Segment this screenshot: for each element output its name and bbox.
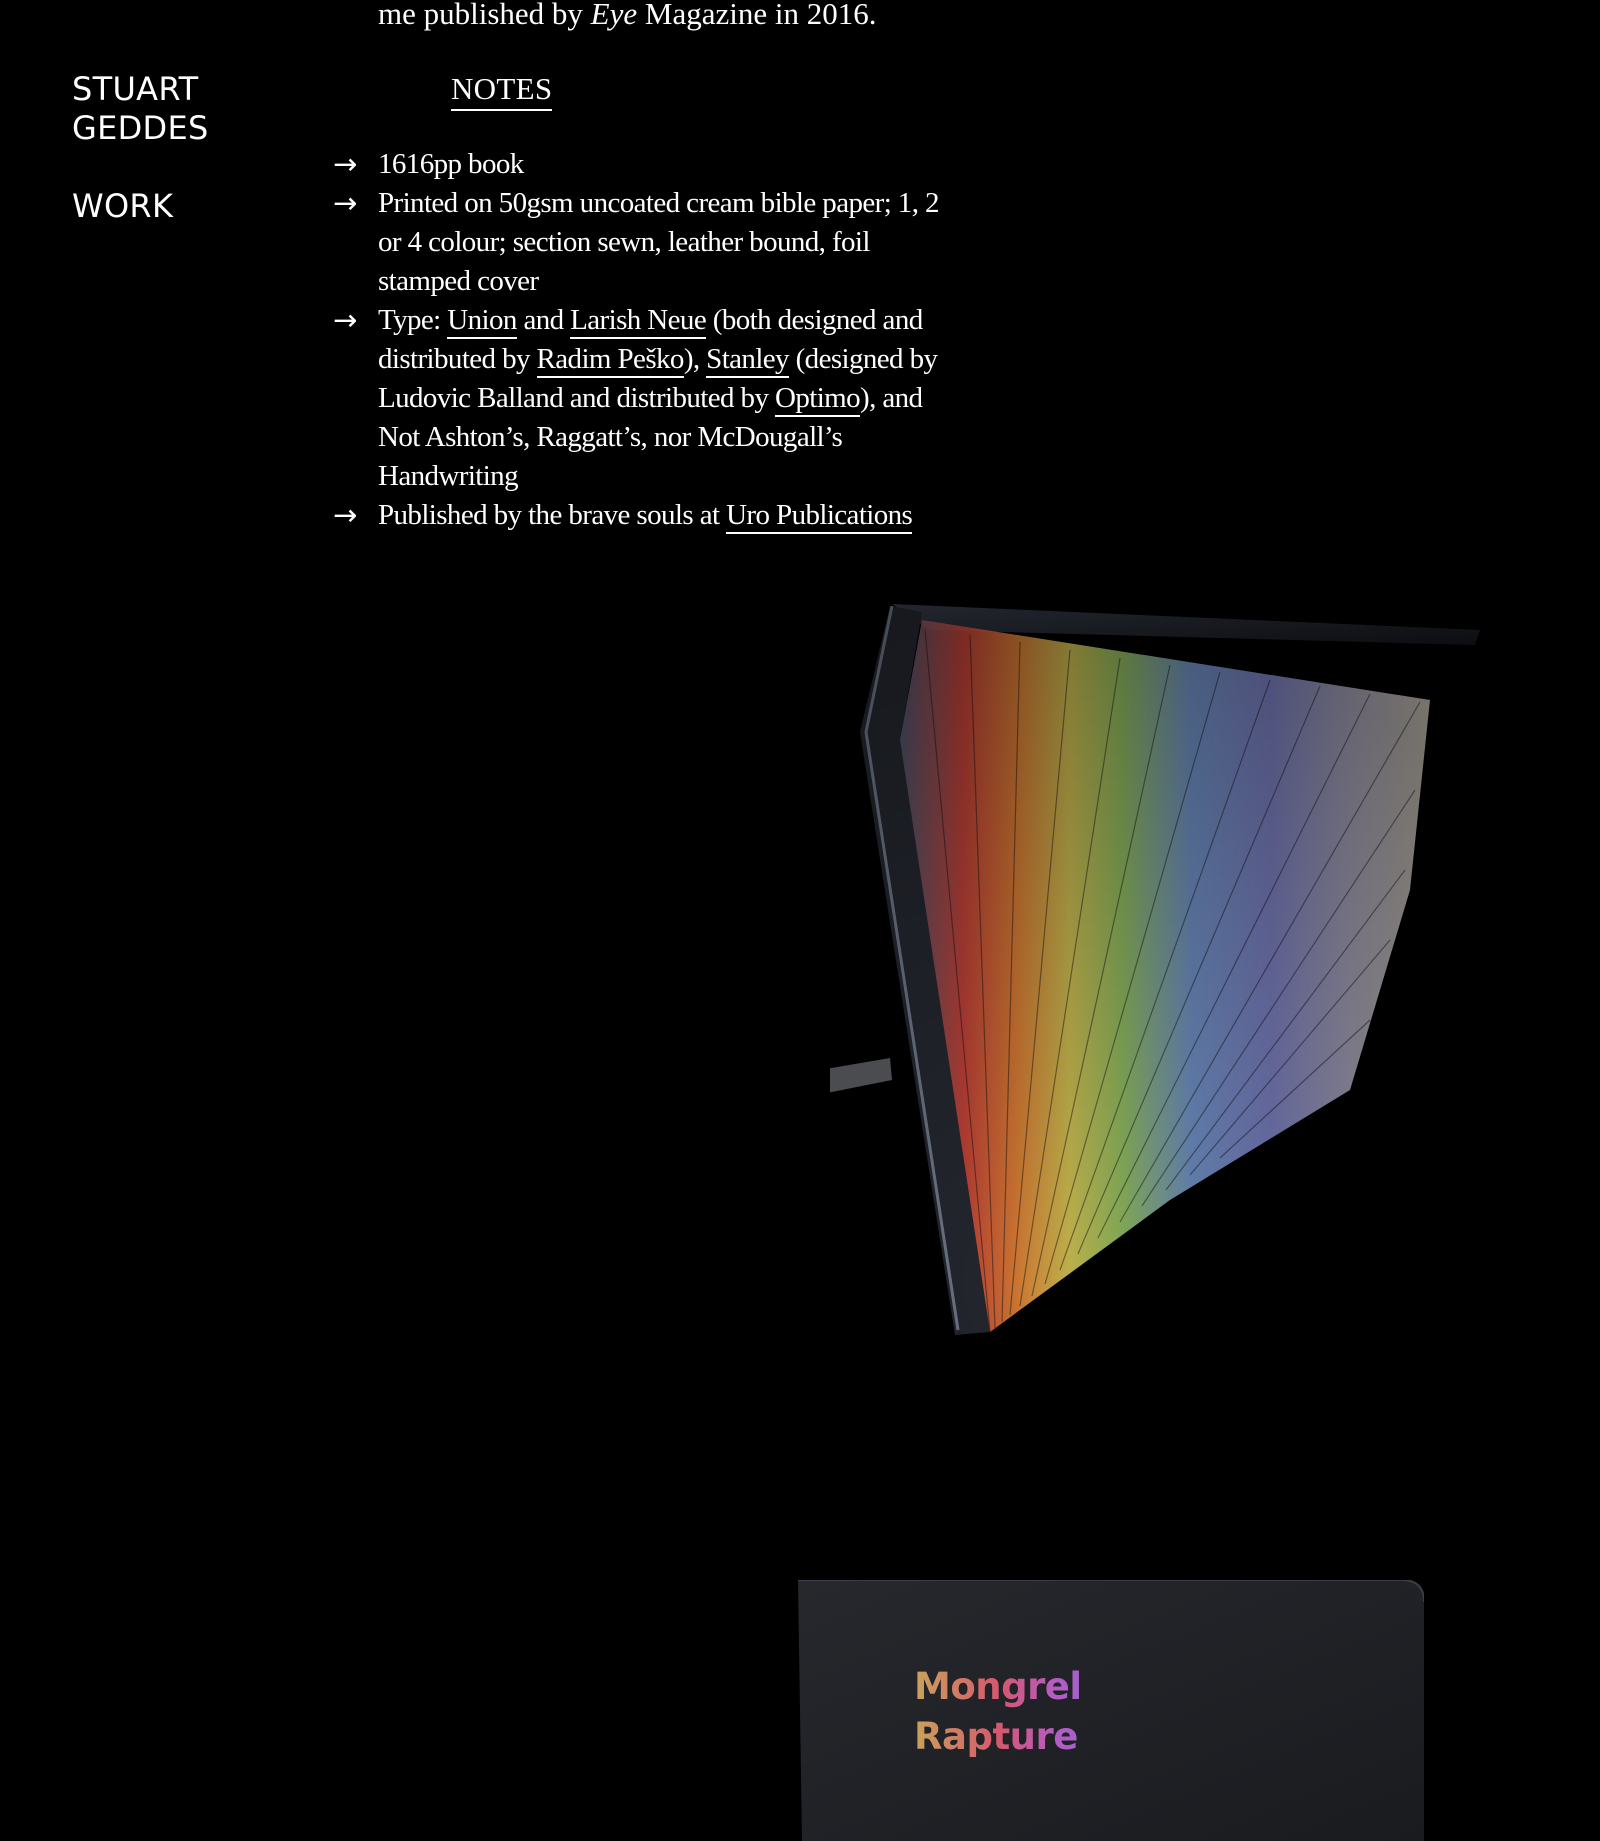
list-item: → 1616pp book	[333, 145, 953, 184]
arrow-right-icon: →	[333, 303, 357, 337]
list-item: → Type: Union and Larish Neue (both desi…	[333, 301, 953, 496]
arrow-right-icon: →	[333, 147, 357, 181]
note-text: Published by the brave souls at	[378, 499, 727, 531]
list-item: → Printed on 50gsm uncoated cream bible …	[333, 184, 953, 301]
intro-suffix: Magazine in 2016.	[637, 0, 877, 31]
arrow-right-icon: →	[333, 186, 357, 220]
optimo-link[interactable]: Optimo	[775, 382, 861, 417]
notes-heading: NOTES	[451, 71, 553, 111]
book-fanned-pages-photo	[830, 590, 1500, 1360]
radim-pesko-link[interactable]: Radim Peško	[536, 343, 684, 378]
note-text: and	[516, 304, 571, 336]
cover-title-line-2: Rapture	[914, 1715, 1078, 1758]
intro-prefix: me published by	[378, 0, 591, 31]
note-text: 1616pp book	[378, 148, 524, 180]
uro-publications-link[interactable]: Uro Publications	[726, 499, 913, 534]
cover-title: Mongrel Rapture	[914, 1662, 1154, 1762]
note-text: Printed on 50gsm uncoated cream bible pa…	[378, 187, 940, 297]
larish-neue-typeface-link[interactable]: Larish Neue	[570, 304, 707, 339]
arrow-right-icon: →	[333, 498, 357, 532]
notes-list: → 1616pp book → Printed on 50gsm uncoate…	[333, 145, 953, 535]
site-name-link[interactable]: STUART GEDDES	[72, 70, 262, 148]
note-text: Type:	[378, 304, 448, 336]
stanley-typeface-link[interactable]: Stanley	[706, 343, 790, 378]
magazine-title: Eye	[590, 0, 638, 31]
intro-text: me published by Eye Magazine in 2016.	[378, 0, 876, 32]
cover-title-line-1: Mongrel	[914, 1665, 1082, 1708]
union-typeface-link[interactable]: Union	[447, 304, 517, 339]
site-nav: STUART GEDDES WORK	[72, 70, 262, 226]
nav-link-work[interactable]: WORK	[72, 187, 262, 226]
list-item: → Published by the brave souls at Uro Pu…	[333, 496, 953, 535]
note-text: ),	[683, 343, 707, 375]
book-cover-photo: Mongrel Rapture	[798, 1580, 1424, 1841]
